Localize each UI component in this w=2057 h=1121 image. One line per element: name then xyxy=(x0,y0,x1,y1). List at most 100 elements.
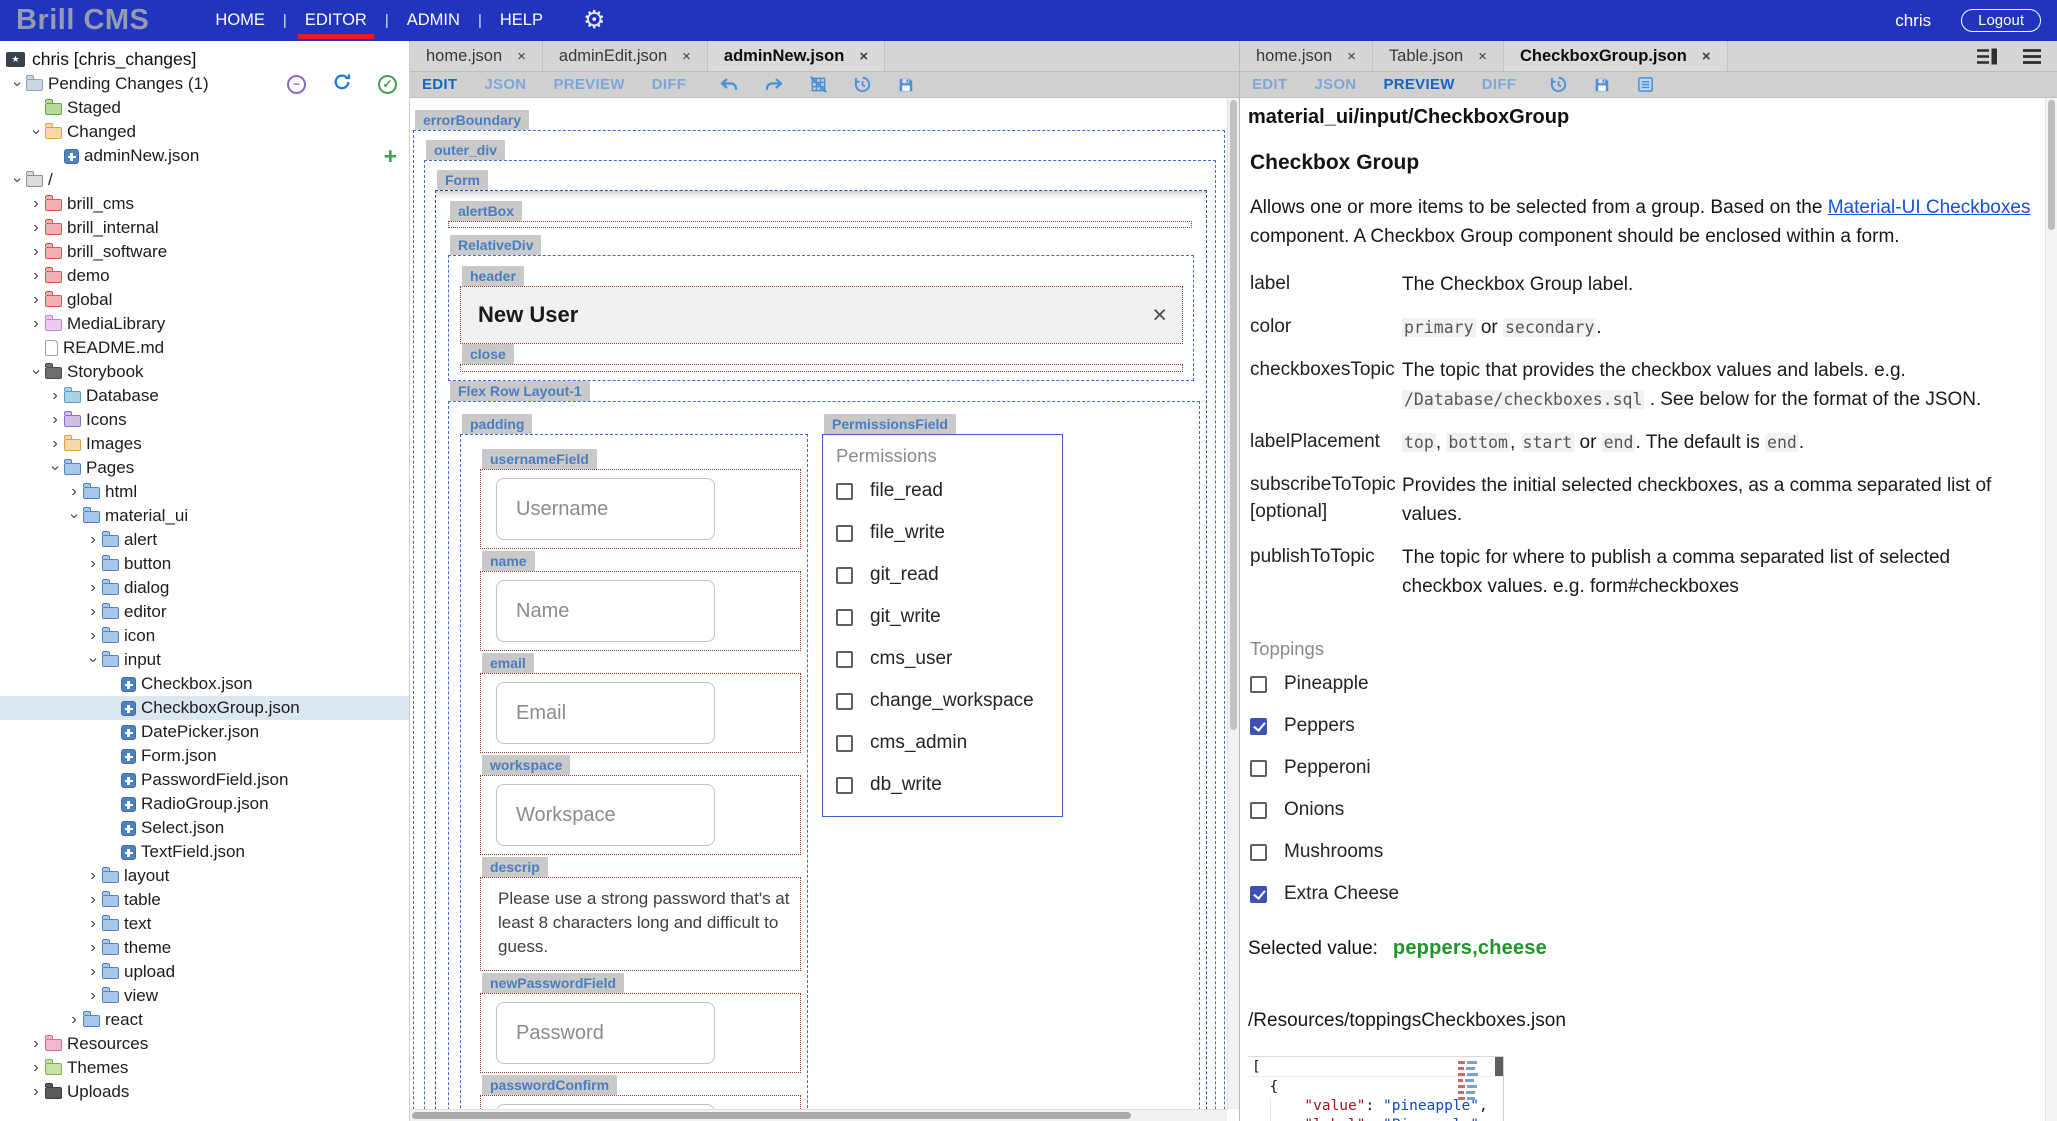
tree-item-dialog[interactable]: ›dialog xyxy=(0,576,409,600)
tree-item-adminnew-json[interactable]: adminNew.json+ xyxy=(0,144,409,168)
tree-item-theme[interactable]: ›theme xyxy=(0,936,409,960)
grid-off-icon[interactable] xyxy=(809,75,828,94)
tree-item-radiogroup-json[interactable]: RadioGroup.json xyxy=(0,792,409,816)
chevron-right-icon[interactable]: › xyxy=(84,556,102,572)
tree-item-pending-changes-1[interactable]: ›Pending Changes (1)−✓ xyxy=(0,72,409,96)
email-input[interactable]: Email xyxy=(496,682,715,744)
wf-box-padding[interactable]: usernameFieldUsernamenameNameemailEmailw… xyxy=(460,434,808,1109)
wf-chip-alert-box[interactable]: alertBox xyxy=(450,201,522,221)
checkbox-checked[interactable] xyxy=(1250,886,1267,903)
tree-item-input[interactable]: ›input xyxy=(0,648,409,672)
tree-item-themes[interactable]: ›Themes xyxy=(0,1056,409,1080)
material-ui-checkboxes-link[interactable]: Material-UI Checkboxes xyxy=(1828,197,2031,218)
wf-chip-error-boundary[interactable]: errorBoundary xyxy=(415,110,529,130)
chevron-right-icon[interactable]: › xyxy=(46,436,64,452)
add-file-icon[interactable]: + xyxy=(384,145,397,168)
mode-edit[interactable]: EDIT xyxy=(422,76,457,93)
tree-item-database[interactable]: ›Database xyxy=(0,384,409,408)
checkbox-unchecked[interactable] xyxy=(836,735,853,752)
close-tab-icon[interactable]: × xyxy=(682,48,691,65)
topping-mushrooms[interactable]: Mushrooms xyxy=(1250,831,2031,873)
tree-item-pages[interactable]: ›Pages xyxy=(0,456,409,480)
chevron-down-icon[interactable]: › xyxy=(9,171,25,189)
wf-field-passwordconfirm[interactable]: passwordConfirmRepeat Password xyxy=(480,1075,807,1109)
editor-horizontal-scrollbar[interactable] xyxy=(410,1109,1227,1121)
mode-diff[interactable]: DIFF xyxy=(1482,76,1517,93)
tree-item-checkbox-json[interactable]: Checkbox.json xyxy=(0,672,409,696)
wf-box-passwordconfirm[interactable]: Repeat Password xyxy=(480,1095,801,1109)
wf-chip-usernamefield[interactable]: usernameField xyxy=(482,449,597,469)
tree-item-select-json[interactable]: Select.json xyxy=(0,816,409,840)
json-code-editor[interactable]: [ { "value": "pineapple", "label": "Pine… xyxy=(1248,1056,1504,1121)
wf-box-close[interactable] xyxy=(460,364,1183,372)
newpasswordfield-input[interactable]: Password xyxy=(496,1002,715,1064)
checkbox-unchecked[interactable] xyxy=(836,609,853,626)
nav-home[interactable]: HOME xyxy=(208,0,272,41)
usernamefield-input[interactable]: Username xyxy=(496,478,715,540)
wf-box-descrip[interactable]: Please use a strong password that's at l… xyxy=(480,877,801,971)
nav-editor[interactable]: EDITOR xyxy=(298,0,374,41)
mode-edit[interactable]: EDIT xyxy=(1252,76,1287,93)
close-tab-icon[interactable]: × xyxy=(859,48,868,65)
tree-item-icon[interactable]: ›icon xyxy=(0,624,409,648)
chevron-right-icon[interactable]: › xyxy=(27,220,45,236)
permission-cms-admin[interactable]: cms_admin xyxy=(836,722,1062,764)
tree-item-storybook[interactable]: ›Storybook xyxy=(0,360,409,384)
permission-file-write[interactable]: file_write xyxy=(836,512,1062,554)
close-tab-icon[interactable]: × xyxy=(1347,48,1356,65)
checkbox-unchecked[interactable] xyxy=(1250,760,1267,777)
tab-checkboxgroup-json[interactable]: CheckboxGroup.json× xyxy=(1504,41,1728,71)
tree-item-changed[interactable]: ›Changed xyxy=(0,120,409,144)
tree-item-medialibrary[interactable]: ›MediaLibrary xyxy=(0,312,409,336)
wf-chip-passwordconfirm[interactable]: passwordConfirm xyxy=(482,1075,617,1095)
checkbox-unchecked[interactable] xyxy=(836,525,853,542)
chevron-right-icon[interactable]: › xyxy=(27,316,45,332)
tree-item-upload[interactable]: ›upload xyxy=(0,960,409,984)
chevron-right-icon[interactable]: › xyxy=(27,1084,45,1100)
wf-chip-permissions-field[interactable]: PermissionsField xyxy=(824,414,956,434)
wf-field-usernamefield[interactable]: usernameField Username xyxy=(480,449,807,549)
wf-chip-form[interactable]: Form xyxy=(437,170,488,190)
history-icon[interactable] xyxy=(1549,75,1568,94)
wf-chip-name[interactable]: name xyxy=(482,551,535,571)
save-icon[interactable] xyxy=(897,76,915,94)
tree-item-icons[interactable]: ›Icons xyxy=(0,408,409,432)
mode-json[interactable]: JSON xyxy=(484,76,526,93)
close-tab-icon[interactable]: × xyxy=(517,48,526,65)
wf-box-outer-div[interactable]: Form alertBox RelativeDiv header New Use… xyxy=(424,160,1216,1109)
tree-item-datepicker-json[interactable]: DatePicker.json xyxy=(0,720,409,744)
nav-help[interactable]: HELP xyxy=(493,0,550,41)
permission-file-read[interactable]: file_read xyxy=(836,470,1062,512)
chevron-right-icon[interactable]: › xyxy=(27,244,45,260)
tab-table-json[interactable]: Table.json× xyxy=(1373,41,1504,71)
checkbox-unchecked[interactable] xyxy=(836,651,853,668)
wf-box-newpasswordfield[interactable]: Password xyxy=(480,993,801,1073)
nav-admin[interactable]: ADMIN xyxy=(400,0,467,41)
wf-chip-descrip[interactable]: descrip xyxy=(482,857,548,877)
wf-field-email[interactable]: emailEmail xyxy=(480,653,807,753)
wf-chip-flex-row[interactable]: Flex Row Layout-1 xyxy=(450,381,590,401)
tree-item-brill-cms[interactable]: ›brill_cms xyxy=(0,192,409,216)
close-tab-icon[interactable]: × xyxy=(1478,48,1487,65)
tab-home-json[interactable]: home.json× xyxy=(410,41,543,71)
close-tab-icon[interactable]: × xyxy=(1702,48,1711,65)
wf-chip-workspace[interactable]: workspace xyxy=(482,755,570,775)
code-scrollbar-handle[interactable] xyxy=(1495,1057,1503,1076)
wf-box-header[interactable]: New User × xyxy=(460,286,1183,344)
scrollbar-handle[interactable] xyxy=(1230,100,1237,730)
mode-preview[interactable]: PREVIEW xyxy=(553,76,624,93)
menu-icon[interactable] xyxy=(2021,47,2043,66)
chevron-right-icon[interactable]: › xyxy=(27,196,45,212)
tree-item-brill-internal[interactable]: ›brill_internal xyxy=(0,216,409,240)
tree-item-html[interactable]: ›html xyxy=(0,480,409,504)
checkbox-unchecked[interactable] xyxy=(1250,802,1267,819)
split-view-icon[interactable] xyxy=(1975,47,1999,66)
wf-chip-close[interactable]: close xyxy=(462,344,514,364)
tree-item-table[interactable]: ›table xyxy=(0,888,409,912)
chevron-right-icon[interactable]: › xyxy=(84,628,102,644)
chevron-right-icon[interactable]: › xyxy=(84,988,102,1004)
tree-item-demo[interactable]: ›demo xyxy=(0,264,409,288)
topping-peppers[interactable]: Peppers xyxy=(1250,705,2031,747)
chevron-right-icon[interactable]: › xyxy=(65,1012,83,1028)
topping-onions[interactable]: Onions xyxy=(1250,789,2031,831)
